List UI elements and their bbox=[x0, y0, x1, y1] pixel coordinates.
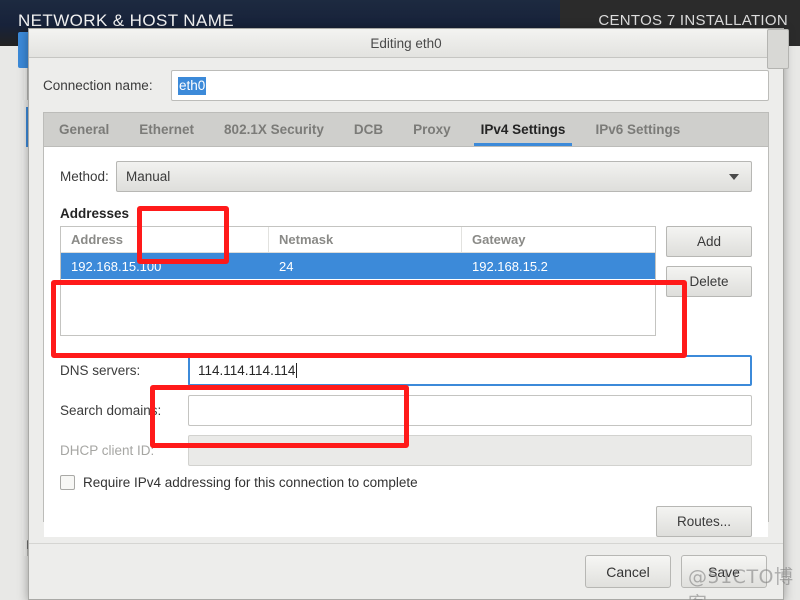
cell-gateway: 192.168.15.2 bbox=[472, 258, 548, 274]
addresses-table[interactable]: Address Netmask Gateway 192.168.15.100 2… bbox=[60, 226, 656, 336]
tab-ipv4-settings-label: IPv4 Settings bbox=[480, 122, 566, 137]
tab-8021x-security[interactable]: 802.1X Security bbox=[209, 113, 339, 146]
column-header-address: Address bbox=[61, 227, 269, 252]
connection-name-value: eth0 bbox=[178, 76, 207, 95]
routes-row: Routes... bbox=[60, 506, 752, 537]
require-ipv4-row[interactable]: Require IPv4 addressing for this connect… bbox=[60, 475, 752, 490]
require-ipv4-checkbox[interactable] bbox=[60, 475, 75, 490]
installer-product-label: CENTOS 7 INSTALLATION bbox=[598, 12, 788, 29]
delete-address-button[interactable]: Delete bbox=[666, 266, 752, 297]
tab-dcb-label: DCB bbox=[353, 122, 384, 137]
connection-name-input[interactable]: eth0 bbox=[171, 70, 769, 101]
settings-notebook: General Ethernet 802.1X Security DCB Pro… bbox=[43, 112, 769, 537]
method-value: Manual bbox=[126, 169, 171, 184]
chevron-down-icon bbox=[729, 173, 739, 180]
dialog-titlebar: Editing eth0 bbox=[29, 29, 789, 69]
tab-dcb[interactable]: DCB bbox=[339, 113, 398, 146]
require-ipv4-label: Require IPv4 addressing for this connect… bbox=[83, 475, 418, 490]
dialog-body: Connection name: eth0 General Ethernet 8… bbox=[29, 58, 783, 543]
column-header-gateway: Gateway bbox=[472, 232, 526, 247]
search-domains-label: Search domains: bbox=[60, 403, 162, 418]
tab-ipv6-settings[interactable]: IPv6 Settings bbox=[580, 113, 695, 146]
search-domains-input[interactable] bbox=[188, 395, 752, 426]
screen: H NETWORK & HOST NAME CENTOS 7 INSTALLAT… bbox=[0, 0, 800, 600]
method-combobox[interactable]: Manual bbox=[116, 161, 752, 192]
tab-ethernet-label: Ethernet bbox=[139, 122, 195, 137]
dns-servers-value: 114.114.114.114 bbox=[198, 363, 296, 378]
tab-proxy[interactable]: Proxy bbox=[398, 113, 466, 146]
routes-button[interactable]: Routes... bbox=[656, 506, 752, 537]
cancel-button[interactable]: Cancel bbox=[585, 555, 671, 588]
dns-servers-row: DNS servers: 114.114.114.114 bbox=[60, 355, 752, 386]
dhcp-client-id-input bbox=[188, 435, 752, 466]
connection-name-row: Connection name: eth0 bbox=[43, 70, 769, 101]
editing-connection-dialog: Editing eth0 Connection name: eth0 Gener… bbox=[28, 28, 789, 600]
cell-address: 192.168.15.100 bbox=[71, 258, 162, 274]
dialog-title: Editing eth0 bbox=[370, 35, 442, 51]
tab-ipv4-settings[interactable]: IPv4 Settings bbox=[466, 113, 581, 146]
addresses-section-title: Addresses bbox=[60, 206, 130, 221]
tab-ipv6-settings-label: IPv6 Settings bbox=[595, 122, 681, 137]
method-label: Method: bbox=[60, 169, 109, 184]
tab-general-label: General bbox=[59, 122, 110, 137]
search-domains-row: Search domains: bbox=[60, 395, 752, 426]
connection-name-label: Connection name: bbox=[43, 78, 153, 93]
lower-fields: DNS servers: 114.114.114.114 Search doma… bbox=[60, 355, 752, 537]
tab-ethernet[interactable]: Ethernet bbox=[124, 113, 209, 146]
dialog-footer: Cancel Save bbox=[29, 543, 783, 599]
addresses-buttons: Add Delete bbox=[666, 226, 752, 336]
add-address-button[interactable]: Add bbox=[666, 226, 752, 257]
tab-general[interactable]: General bbox=[44, 113, 124, 146]
cell-netmask: 24 bbox=[279, 258, 294, 274]
addresses-table-header: Address Netmask Gateway bbox=[61, 227, 655, 253]
method-row: Method: Manual bbox=[60, 161, 752, 192]
text-caret bbox=[296, 363, 298, 378]
dns-servers-label: DNS servers: bbox=[60, 363, 141, 378]
ipv4-settings-page: Method: Manual Addresses Address Netmask bbox=[44, 147, 768, 537]
tab-bar: General Ethernet 802.1X Security DCB Pro… bbox=[44, 113, 768, 147]
tab-proxy-label: Proxy bbox=[413, 122, 451, 137]
table-row[interactable]: 192.168.15.100 24 192.168.15.2 bbox=[61, 253, 655, 279]
dhcp-client-id-label: DHCP client ID: bbox=[60, 443, 155, 458]
watermark: @51CTO博客 bbox=[688, 566, 794, 600]
dhcp-client-id-row: DHCP client ID: bbox=[60, 435, 752, 466]
tab-8021x-security-label: 802.1X Security bbox=[224, 122, 324, 137]
addresses-area: Address Netmask Gateway 192.168.15.100 2… bbox=[60, 226, 752, 336]
dns-servers-input[interactable]: 114.114.114.114 bbox=[188, 355, 752, 386]
column-header-netmask: Netmask bbox=[269, 227, 462, 252]
